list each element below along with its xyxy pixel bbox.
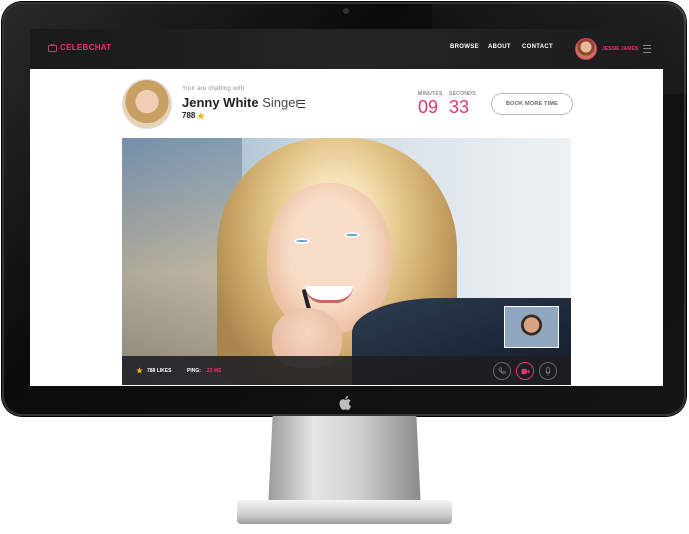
tv-icon bbox=[48, 43, 57, 52]
menu-icon[interactable] bbox=[298, 100, 305, 108]
video-camera-icon bbox=[521, 368, 529, 374]
video-stream: 788 LIKES PING: 23 MS bbox=[122, 138, 571, 385]
brand-logo[interactable]: CELEBCHAT bbox=[48, 43, 111, 52]
nav-browse[interactable]: BROWSE bbox=[450, 44, 479, 50]
brand-name: CELEBCHAT bbox=[60, 43, 112, 52]
ping-indicator: PING: 23 MS bbox=[187, 368, 221, 374]
minutes-value: 09 bbox=[418, 97, 439, 117]
nav-about[interactable]: ABOUT bbox=[488, 44, 511, 50]
star-icon bbox=[136, 367, 143, 374]
left-eye bbox=[294, 238, 310, 244]
seconds-value: 33 bbox=[449, 97, 470, 117]
microphone-button[interactable] bbox=[539, 362, 557, 380]
monitor-bezel: CELEBCHAT BROWSE ABOUT CONTACT JESSIE JA… bbox=[2, 2, 688, 416]
phone-icon bbox=[498, 367, 506, 374]
celebrity-role: Singer bbox=[262, 95, 300, 110]
book-more-time-button[interactable]: BOOK MORE TIME bbox=[491, 93, 573, 115]
user-avatar[interactable] bbox=[575, 38, 597, 60]
webcam-dot bbox=[343, 8, 349, 14]
self-view-thumbnail[interactable] bbox=[504, 306, 559, 348]
screen: CELEBCHAT BROWSE ABOUT CONTACT JESSIE JA… bbox=[30, 29, 663, 386]
celebrity-name: Jenny White Singer bbox=[182, 95, 300, 110]
user-menu[interactable]: JESSIE JAMES bbox=[575, 38, 652, 60]
celebrity-rating: 788 bbox=[182, 111, 206, 120]
star-icon bbox=[197, 111, 206, 119]
ping-label: PING: bbox=[187, 368, 201, 374]
chatting-with-label: Your are chatting with bbox=[182, 85, 245, 92]
hamburger-menu-icon[interactable] bbox=[643, 45, 652, 53]
likes-counter: 788 LIKES bbox=[136, 367, 171, 374]
right-eye bbox=[344, 232, 360, 238]
monitor-stand-foot bbox=[237, 500, 452, 524]
apple-logo-icon bbox=[339, 395, 351, 410]
call-button[interactable] bbox=[493, 362, 511, 380]
video-control-bar: 788 LIKES PING: 23 MS bbox=[122, 356, 571, 385]
monitor-stand-neck bbox=[268, 416, 421, 510]
video-toggle-button[interactable] bbox=[516, 362, 534, 380]
ping-value: 23 MS bbox=[206, 368, 222, 374]
user-name[interactable]: JESSIE JAMES bbox=[602, 46, 638, 52]
nav-contact[interactable]: CONTACT bbox=[522, 44, 553, 50]
celebrity-avatar bbox=[122, 79, 172, 129]
microphone-icon bbox=[545, 366, 551, 376]
top-navbar: CELEBCHAT BROWSE ABOUT CONTACT JESSIE JA… bbox=[30, 29, 663, 69]
likes-text: 788 LIKES bbox=[147, 367, 172, 374]
celebrity-first-name: Jenny White bbox=[182, 95, 259, 110]
rating-value: 788 bbox=[182, 111, 196, 120]
